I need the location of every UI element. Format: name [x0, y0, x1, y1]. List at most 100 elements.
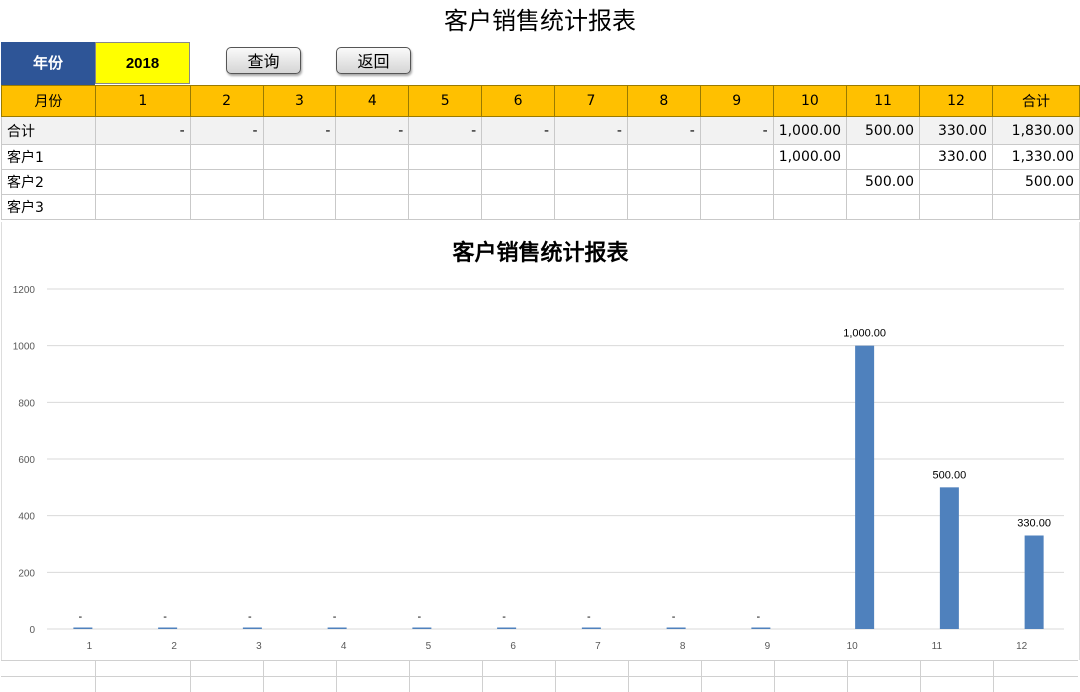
- table-cell[interactable]: 1,830.00: [991, 116, 1080, 145]
- y-tick-label: 400: [18, 512, 35, 523]
- table-cell[interactable]: -: [481, 116, 556, 145]
- bar: [855, 345, 875, 629]
- table-cell[interactable]: [481, 169, 556, 195]
- table-cell[interactable]: -: [699, 116, 774, 145]
- table-cell[interactable]: -: [408, 116, 483, 145]
- row-label[interactable]: 客户1: [1, 144, 96, 170]
- header-cell-month-12: 12: [919, 85, 993, 117]
- x-tick-label: 1: [87, 641, 93, 652]
- back-button[interactable]: 返回: [336, 47, 411, 74]
- table-cell[interactable]: [481, 194, 556, 220]
- x-tick-label: 7: [595, 641, 601, 652]
- table-cell[interactable]: [919, 169, 993, 195]
- table-cell[interactable]: 1,000.00: [772, 144, 848, 170]
- table-cell[interactable]: [189, 144, 264, 170]
- chart-title: 客户销售统计报表: [452, 240, 629, 266]
- table-cell[interactable]: 330.00: [919, 116, 993, 145]
- table-cell[interactable]: [94, 144, 191, 170]
- table-cell[interactable]: [335, 169, 410, 195]
- table-cell[interactable]: 500.00: [846, 116, 921, 145]
- table-cell[interactable]: [554, 144, 628, 170]
- table-cell[interactable]: [262, 144, 337, 170]
- table-cell[interactable]: [408, 144, 483, 170]
- header-cell-month-6: 6: [481, 85, 556, 117]
- table-cell[interactable]: [846, 194, 921, 220]
- table-cell[interactable]: -: [554, 116, 628, 145]
- header-cell-month-4: 4: [335, 85, 410, 117]
- table-cell[interactable]: [408, 194, 483, 220]
- data-label: -: [672, 611, 676, 623]
- y-tick-label: 600: [18, 455, 35, 466]
- table-cell[interactable]: [772, 194, 848, 220]
- table-row: 客户3: [1, 194, 1080, 220]
- table-cell[interactable]: [699, 144, 774, 170]
- table-cell[interactable]: 500.00: [991, 169, 1080, 195]
- table-cell[interactable]: [481, 144, 556, 170]
- table-cell[interactable]: [335, 144, 410, 170]
- bar: [1024, 535, 1044, 629]
- header-cell-month-10: 10: [772, 85, 848, 117]
- table-cell[interactable]: [626, 169, 701, 195]
- table-cell[interactable]: -: [262, 116, 337, 145]
- sales-table: 月份 1 2 3 4 5 6 7 8 9 10 11 12 合计 合计 - - - - - - - - -1,000.00 5…: [1, 85, 1080, 220]
- table-cell[interactable]: 1,000.00: [772, 116, 848, 145]
- data-label: -: [248, 611, 252, 623]
- data-label: -: [163, 611, 167, 623]
- row-label[interactable]: 客户2: [1, 169, 96, 195]
- table-cell[interactable]: [919, 194, 993, 220]
- bar: [327, 627, 347, 629]
- table-cell[interactable]: [189, 194, 264, 220]
- data-label: -: [757, 611, 761, 623]
- header-cell-month-7: 7: [554, 85, 628, 117]
- table-cell[interactable]: [554, 194, 628, 220]
- y-tick-label: 800: [18, 398, 35, 409]
- table-cell[interactable]: [335, 194, 410, 220]
- table-cell[interactable]: [262, 169, 337, 195]
- table-cell[interactable]: 330.00: [919, 144, 993, 170]
- table-cell[interactable]: [846, 144, 921, 170]
- x-tick-label: 6: [510, 641, 516, 652]
- table-cell[interactable]: [772, 169, 848, 195]
- table-cell[interactable]: 1,330.00: [991, 144, 1080, 170]
- x-tick-label: 11: [932, 641, 943, 652]
- table-row: 客户1 1,000.00 330.00 1,330.00: [1, 144, 1080, 170]
- header-cell-month-11: 11: [846, 85, 921, 117]
- empty-grid-rows: [1, 660, 1078, 692]
- table-cell[interactable]: 500.00: [846, 169, 921, 195]
- year-input[interactable]: 2018: [95, 42, 190, 84]
- bar: [412, 627, 432, 629]
- y-tick-label: 0: [29, 625, 35, 636]
- year-label: 年份: [1, 42, 95, 85]
- table-cell[interactable]: [699, 194, 774, 220]
- bar: [666, 627, 686, 629]
- table-cell[interactable]: [626, 194, 701, 220]
- query-button[interactable]: 查询: [226, 47, 301, 74]
- row-label[interactable]: 合计: [1, 116, 96, 145]
- header-cell-month-8: 8: [626, 85, 701, 117]
- y-tick-label: 200: [18, 568, 35, 579]
- header-cell-month: 月份: [1, 85, 96, 117]
- table-cell[interactable]: -: [626, 116, 701, 145]
- page-title: 客户销售统计报表: [444, 7, 636, 35]
- data-label: 1,000.00: [843, 328, 886, 340]
- table-cell[interactable]: -: [189, 116, 264, 145]
- table-cell[interactable]: -: [94, 116, 191, 145]
- bar: [939, 487, 959, 629]
- header-cell-month-1: 1: [94, 85, 191, 117]
- bar: [581, 627, 601, 629]
- table-cell[interactable]: -: [335, 116, 410, 145]
- table-cell[interactable]: [94, 194, 191, 220]
- table-cell[interactable]: [408, 169, 483, 195]
- table-cell[interactable]: [262, 194, 337, 220]
- data-label: -: [502, 611, 506, 623]
- table-cell[interactable]: [991, 194, 1080, 220]
- table-cell[interactable]: [189, 169, 264, 195]
- table-header-row: 月份 1 2 3 4 5 6 7 8 9 10 11 12 合计: [1, 85, 1080, 117]
- table-cell[interactable]: [554, 169, 628, 195]
- table-cell[interactable]: [699, 169, 774, 195]
- row-label[interactable]: 客户3: [1, 194, 96, 220]
- table-cell[interactable]: [94, 169, 191, 195]
- table-cell[interactable]: [626, 144, 701, 170]
- data-label: -: [333, 611, 337, 623]
- y-tick-label: 1000: [13, 342, 36, 353]
